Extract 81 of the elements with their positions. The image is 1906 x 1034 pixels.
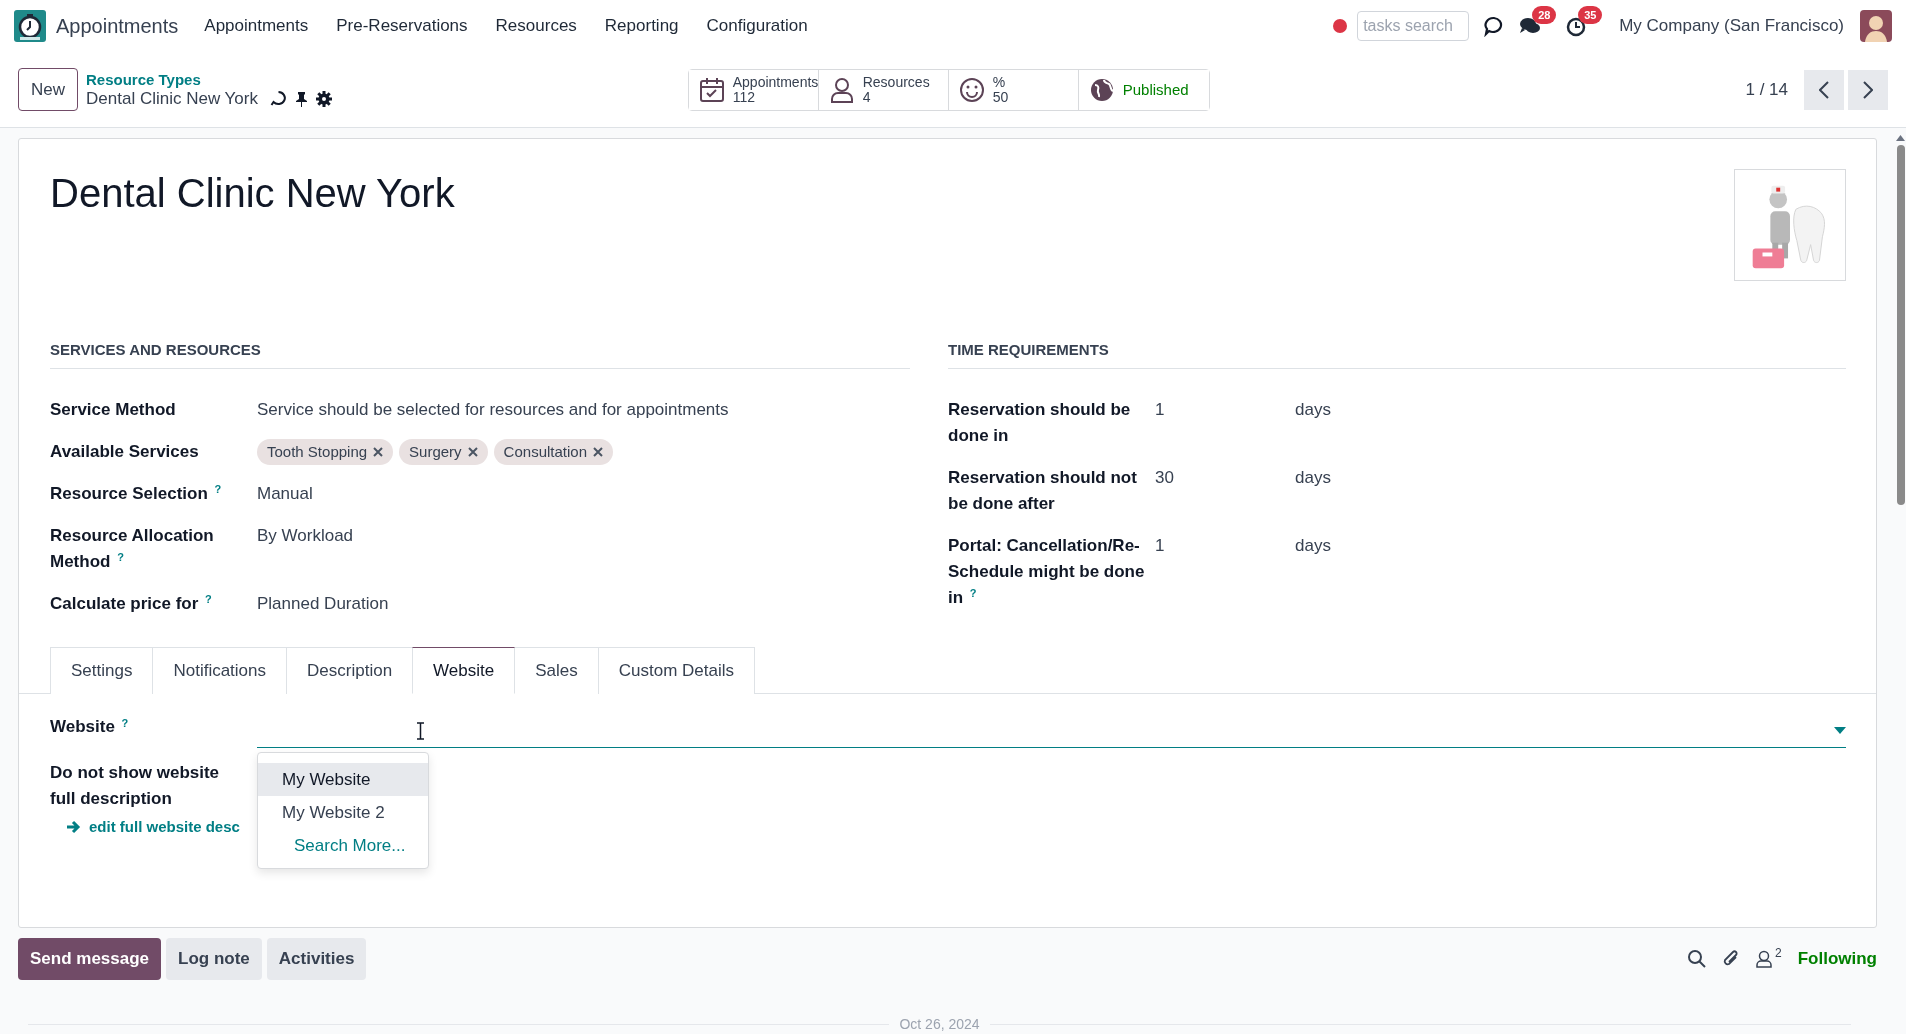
chatter-button[interactable]: Log note xyxy=(166,938,262,980)
close-icon[interactable] xyxy=(593,446,603,457)
chevron-left-icon xyxy=(1819,80,1829,99)
tab[interactable]: Website xyxy=(412,646,516,694)
tab[interactable]: Description xyxy=(286,646,414,694)
chevron-right-icon xyxy=(1863,80,1873,99)
duration-value[interactable]: 1 xyxy=(1155,532,1295,559)
breadcrumb-link[interactable]: Resource Types xyxy=(86,70,332,89)
service-tag: Surgery xyxy=(399,438,488,465)
calendar-icon xyxy=(698,76,725,103)
chatter-button[interactable]: Activities xyxy=(266,938,367,980)
field-label: Available Services xyxy=(50,440,200,463)
avatar[interactable] xyxy=(1860,10,1892,42)
field-value[interactable]: Planned Duration xyxy=(257,590,910,617)
activity-count-badge: 35 xyxy=(1578,6,1603,24)
close-icon[interactable] xyxy=(373,446,384,457)
unit-label: days xyxy=(1295,534,1332,557)
close-icon[interactable] xyxy=(467,446,478,457)
app-name: Appointments xyxy=(56,14,179,39)
following-button[interactable]: Following xyxy=(1797,946,1877,972)
tab[interactable]: Sales xyxy=(514,646,599,694)
smiley-icon xyxy=(958,76,985,103)
text-cursor-icon xyxy=(416,722,425,740)
pin-icon[interactable] xyxy=(295,90,308,107)
dropdown-option[interactable]: My Website 2 xyxy=(258,796,428,829)
field-label: Website $^{?}$ xyxy=(50,715,129,738)
date-divider: Oct 26, 2024 xyxy=(898,1014,981,1034)
next-button[interactable] xyxy=(1848,69,1888,110)
stat-button[interactable]: Appointments 112 xyxy=(688,69,819,110)
previous-button[interactable] xyxy=(1804,69,1844,110)
field-label: Do not show website full description xyxy=(50,762,221,810)
field-label: Reservation should not be done after xyxy=(948,466,1138,515)
field-value[interactable]: Service should be selected for resources and for appointments xyxy=(257,396,910,423)
chatter-button[interactable]: Send message xyxy=(18,938,162,980)
field-label: Reservation should be done in xyxy=(948,398,1132,447)
duration-value[interactable]: 30 xyxy=(1155,464,1295,491)
scrollbar-thumb[interactable] xyxy=(1896,145,1905,505)
clock-icon[interactable] xyxy=(14,10,46,42)
field-label: Resource Allocation Method $^{?}$ xyxy=(50,524,215,573)
menu-item[interactable]: Reporting xyxy=(604,13,679,39)
unit-label: days xyxy=(1295,466,1332,489)
dropdown-option[interactable]: Search More... xyxy=(258,829,428,862)
field-value[interactable]: Manual xyxy=(257,480,910,507)
message-count-badge: 28 xyxy=(1532,6,1557,24)
arrow-right-icon[interactable] xyxy=(66,820,81,835)
tab[interactable]: Settings xyxy=(50,646,154,694)
search-icon[interactable] xyxy=(1688,949,1706,968)
settings-icon[interactable] xyxy=(316,90,332,107)
field-label: Resource Selection $^{?}$ xyxy=(50,482,223,505)
tab[interactable]: Custom Details xyxy=(597,646,755,694)
dropdown-option[interactable]: My Website xyxy=(258,763,428,796)
person-icon xyxy=(828,76,855,103)
menu-item[interactable]: Resources xyxy=(495,13,577,39)
search-field[interactable]: tasks search xyxy=(1357,11,1470,41)
menu-item[interactable]: Appointments xyxy=(204,13,309,39)
menu-item[interactable]: Configuration xyxy=(706,13,808,39)
edit-link[interactable]: edit full website desc xyxy=(89,816,240,839)
service-tag: Tooth Stopping xyxy=(257,438,394,465)
person-icon[interactable] xyxy=(1756,949,1772,968)
section-title: TIME REQUIREMENTS xyxy=(948,339,1846,369)
record-title: Dental Clinic New York xyxy=(50,173,455,213)
caret-icon[interactable] xyxy=(1834,727,1846,734)
scroll-up-icon[interactable] xyxy=(1896,135,1905,141)
field-value[interactable]: By Workload xyxy=(257,522,910,549)
company-name[interactable]: My Company (San Francisco) xyxy=(1619,13,1844,39)
pager-value: 1 / 14 xyxy=(1745,78,1788,101)
globe-icon xyxy=(1088,76,1115,103)
new-button[interactable]: New xyxy=(18,67,78,112)
duration-value[interactable]: 1 xyxy=(1155,396,1295,423)
section-title: SERVICES AND RESOURCES xyxy=(50,339,910,369)
sync-icon[interactable] xyxy=(270,90,287,107)
service-tag: Consultation xyxy=(493,438,613,465)
unit-label: days xyxy=(1295,398,1332,421)
field-label: Portal: Cancellation/Re-Schedule might be done in $^{?}$ xyxy=(948,534,1146,609)
tab[interactable]: Notifications xyxy=(152,646,288,694)
field-label: Calculate price for $^{?}$ xyxy=(50,592,213,615)
record-dot-icon[interactable] xyxy=(1333,19,1348,33)
record-name: Dental Clinic New York xyxy=(86,88,258,109)
menu-item[interactable]: Pre-Reservations xyxy=(336,13,468,39)
follower-count[interactable]: 2 xyxy=(1775,943,1782,962)
field-label: Service Method xyxy=(50,398,177,421)
